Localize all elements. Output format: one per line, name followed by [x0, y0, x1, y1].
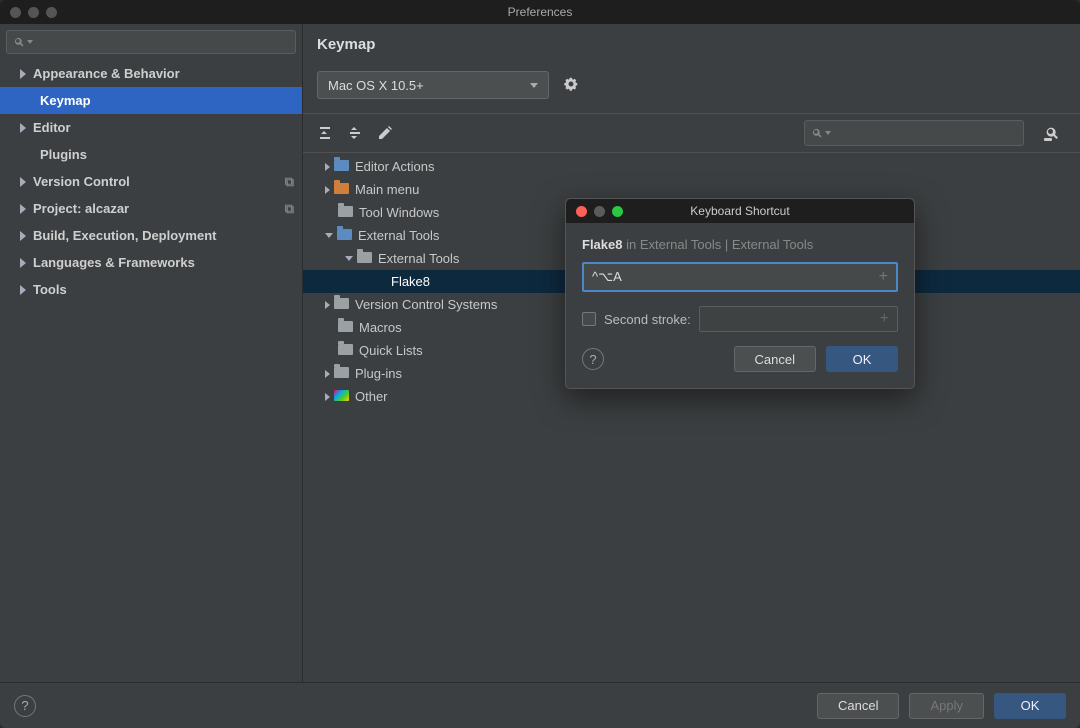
first-stroke-input[interactable]: ^⌥A + [582, 262, 898, 292]
sidebar-label: Build, Execution, Deployment [33, 228, 216, 243]
sidebar-label: Plugins [40, 147, 87, 162]
tree-label: Other [355, 389, 388, 404]
folder-icon [357, 252, 372, 263]
dialog-ok-button[interactable]: OK [826, 346, 898, 372]
folder-icon [334, 367, 349, 378]
sidebar-item-languages[interactable]: Languages & Frameworks [0, 249, 302, 276]
sidebar-item-plugins[interactable]: Plugins [0, 141, 302, 168]
folder-icon [334, 183, 349, 194]
expand-all-button[interactable] [317, 125, 333, 141]
cancel-button[interactable]: Cancel [817, 693, 899, 719]
folder-icon [337, 229, 352, 240]
project-scope-icon: ⧉ [285, 201, 294, 217]
question-mark-icon: ? [21, 698, 28, 713]
help-button[interactable]: ? [14, 695, 36, 717]
gear-icon [563, 76, 579, 92]
window-titlebar: Preferences [0, 0, 1080, 24]
scheme-selected-label: Mac OS X 10.5+ [328, 78, 424, 93]
shortcut-context-label: Flake8 in External Tools | External Tool… [582, 237, 898, 252]
edit-shortcut-button[interactable] [377, 125, 393, 141]
search-icon [811, 127, 823, 139]
sidebar-label: Languages & Frameworks [33, 255, 195, 270]
sidebar-item-project[interactable]: Project: alcazar ⧉ [0, 195, 302, 222]
second-stroke-label: Second stroke: [604, 312, 691, 327]
sidebar-item-appearance[interactable]: Appearance & Behavior [0, 60, 302, 87]
folder-icon [334, 160, 349, 171]
action-search-input[interactable] [804, 120, 1024, 146]
sidebar-label: Version Control [33, 174, 130, 189]
keymap-scheme-select[interactable]: Mac OS X 10.5+ [317, 71, 549, 99]
search-history-dropdown-icon[interactable] [27, 40, 33, 44]
add-stroke-icon[interactable]: + [880, 310, 889, 328]
sidebar-item-keymap[interactable]: Keymap [0, 87, 302, 114]
keyboard-shortcut-dialog: Keyboard Shortcut Flake8 in External Too… [565, 198, 915, 389]
sidebar-item-build[interactable]: Build, Execution, Deployment [0, 222, 302, 249]
sidebar-label: Keymap [40, 93, 91, 108]
settings-search-input[interactable] [6, 30, 296, 54]
find-shortcut-icon [1043, 124, 1061, 142]
folder-icon [334, 298, 349, 309]
sidebar-label: Editor [33, 120, 71, 135]
collapse-all-button[interactable] [347, 125, 363, 141]
keymap-toolbar [303, 113, 1080, 153]
sidebar-label: Tools [33, 282, 67, 297]
search-history-dropdown-icon[interactable] [825, 131, 831, 135]
preferences-window: Preferences Appearance & Behavior Keymap… [0, 0, 1080, 728]
folder-icon [338, 206, 353, 217]
tree-label: Macros [359, 320, 402, 335]
window-title: Preferences [0, 5, 1080, 19]
scheme-actions-button[interactable] [563, 76, 579, 95]
dialog-cancel-button[interactable]: Cancel [734, 346, 816, 372]
ok-button[interactable]: OK [994, 693, 1066, 719]
tree-label: Editor Actions [355, 159, 435, 174]
settings-categories: Appearance & Behavior Keymap Editor Plug… [0, 60, 302, 682]
tree-label: Main menu [355, 182, 419, 197]
add-stroke-icon[interactable]: + [879, 268, 888, 286]
folder-icon [334, 390, 349, 401]
dialog-title: Keyboard Shortcut [566, 204, 914, 218]
preferences-body: Appearance & Behavior Keymap Editor Plug… [0, 24, 1080, 682]
tree-label: Quick Lists [359, 343, 423, 358]
question-mark-icon: ? [589, 352, 596, 367]
sidebar-item-editor[interactable]: Editor [0, 114, 302, 141]
tree-label: Tool Windows [359, 205, 439, 220]
tree-label: External Tools [378, 251, 459, 266]
shortcut-value: ^⌥A [592, 269, 622, 285]
dialog-titlebar: Keyboard Shortcut [566, 199, 914, 223]
tree-label: Flake8 [391, 274, 430, 289]
second-stroke-checkbox[interactable] [582, 312, 596, 326]
pencil-icon [378, 126, 392, 140]
tree-label: External Tools [358, 228, 439, 243]
page-title: Keymap [317, 36, 1066, 53]
second-stroke-input[interactable]: + [699, 306, 898, 332]
folder-icon [338, 321, 353, 332]
apply-button[interactable]: Apply [909, 693, 984, 719]
sidebar-label: Project: alcazar [33, 201, 129, 216]
project-scope-icon: ⧉ [285, 174, 294, 190]
tree-label: Plug-ins [355, 366, 402, 381]
sidebar-item-vcs[interactable]: Version Control ⧉ [0, 168, 302, 195]
search-icon [13, 36, 25, 48]
sidebar-item-tools[interactable]: Tools [0, 276, 302, 303]
tree-label: Version Control Systems [355, 297, 497, 312]
dialog-help-button[interactable]: ? [582, 348, 604, 370]
folder-icon [338, 344, 353, 355]
preferences-footer: ? Cancel Apply OK [0, 682, 1080, 728]
chevron-down-icon [530, 83, 538, 88]
sidebar-label: Appearance & Behavior [33, 66, 180, 81]
settings-sidebar: Appearance & Behavior Keymap Editor Plug… [0, 24, 303, 682]
find-by-shortcut-button[interactable] [1038, 120, 1066, 146]
